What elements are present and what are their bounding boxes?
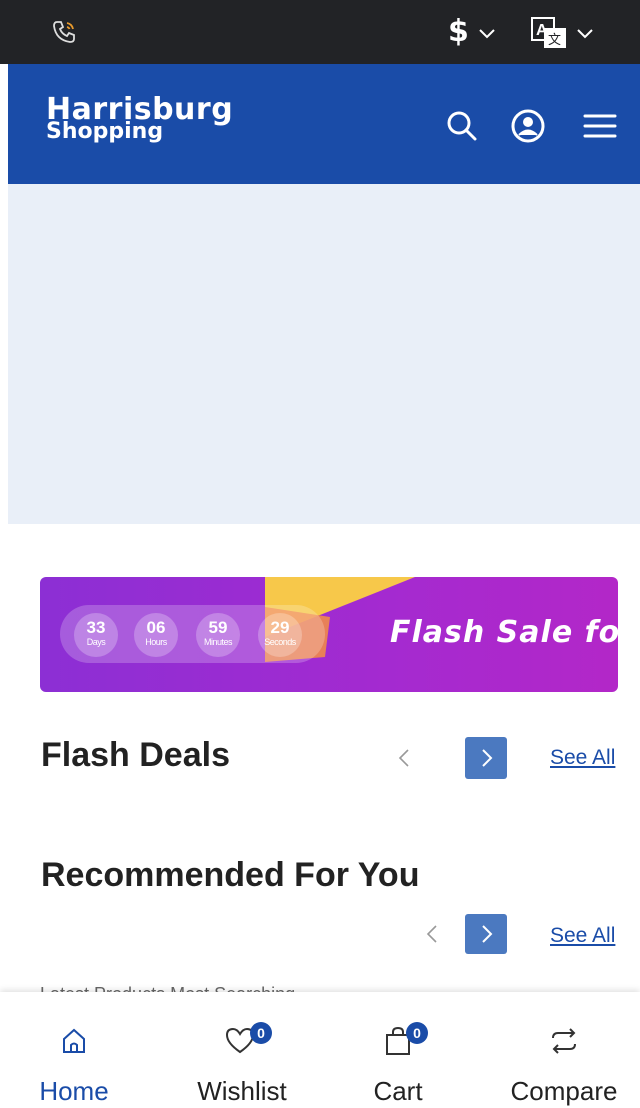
nav-cart[interactable]: 0 Cart — [318, 992, 478, 1108]
nav-compare-label: Compare — [510, 1076, 618, 1106]
chevron-left-icon[interactable] — [394, 744, 414, 772]
product-tabs-peek[interactable]: Latest Products Most Searching — [40, 984, 295, 992]
svg-text:文: 文 — [548, 33, 561, 48]
minutes-value: 59 — [208, 618, 228, 637]
nav-compare[interactable]: Compare — [484, 992, 640, 1108]
flash-deals-next-button[interactable] — [465, 737, 507, 779]
top-bar: $ A 文 — [0, 0, 640, 64]
chevron-left-icon[interactable] — [422, 920, 442, 948]
nav-home[interactable]: Home — [0, 992, 154, 1108]
account-icon[interactable] — [510, 108, 546, 144]
flash-sale-text: Flash Sale for A — [390, 615, 618, 650]
hours-value: 06 — [146, 618, 166, 637]
recommended-see-all-link[interactable]: See All — [550, 924, 615, 948]
countdown-timer: 33 Days 06 Hours 59 Minutes 29 Seconds — [60, 605, 325, 663]
translate-icon[interactable]: A 文 — [530, 16, 570, 50]
flash-sale-banner[interactable]: 33 Days 06 Hours 59 Minutes 29 Seconds F… — [40, 577, 618, 692]
nav-cart-label: Cart — [373, 1076, 423, 1106]
countdown-minutes: 59 Minutes — [196, 613, 240, 657]
cart-badge: 0 — [406, 1022, 428, 1044]
chevron-right-icon — [482, 925, 493, 943]
logo[interactable]: Harrisburg Shopping — [46, 95, 233, 144]
hours-label: Hours — [145, 637, 167, 647]
recommended-title: Recommended For You — [41, 856, 420, 894]
menu-icon[interactable] — [582, 108, 618, 144]
nav-wishlist[interactable]: 0 Wishlist — [162, 992, 322, 1108]
currency-selector[interactable]: $ — [448, 14, 469, 49]
chevron-right-icon — [482, 749, 493, 767]
seconds-label: Seconds — [264, 637, 296, 647]
wishlist-badge: 0 — [250, 1022, 272, 1044]
compare-icon — [552, 1028, 576, 1054]
days-label: Days — [86, 637, 106, 647]
site-header: Harrisburg Shopping — [8, 64, 640, 184]
nav-wishlist-label: Wishlist — [197, 1076, 287, 1106]
phone-icon[interactable] — [50, 18, 78, 46]
minutes-label: Minutes — [203, 637, 233, 647]
chevron-down-icon[interactable] — [576, 28, 594, 40]
days-value: 33 — [86, 618, 106, 637]
flash-deals-title: Flash Deals — [41, 736, 230, 774]
bottom-navigation: Home 0 Wishlist 0 Cart Compare — [0, 992, 640, 1108]
home-icon — [63, 1028, 85, 1053]
search-icon[interactable] — [444, 108, 480, 144]
currency-symbol: $ — [448, 14, 469, 49]
countdown-seconds: 29 Seconds — [258, 613, 302, 657]
countdown-days: 33 Days — [74, 613, 118, 657]
countdown-hours: 06 Hours — [134, 613, 178, 657]
recommended-next-button[interactable] — [465, 914, 507, 954]
nav-home-label: Home — [39, 1076, 109, 1106]
seconds-value: 29 — [270, 618, 290, 637]
chevron-down-icon[interactable] — [478, 28, 496, 40]
hero-banner[interactable] — [8, 184, 640, 524]
flash-deals-see-all-link[interactable]: See All — [550, 746, 615, 770]
